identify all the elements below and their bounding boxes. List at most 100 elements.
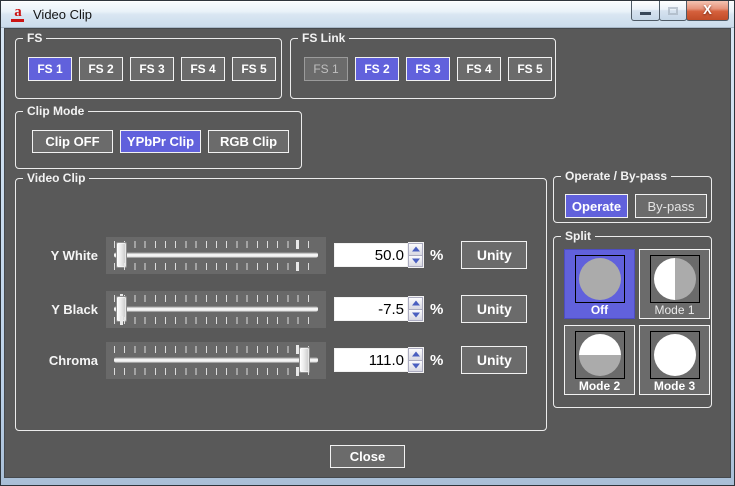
chroma-label: Chroma bbox=[36, 353, 98, 368]
y-black-spinbox: -7.5 bbox=[334, 296, 424, 322]
unity-tick bbox=[120, 316, 123, 325]
group-fs-link: FS Link FS 1 FS 2 FS 3 FS 4 FS 5 bbox=[290, 38, 556, 99]
spin-down-button[interactable] bbox=[408, 309, 423, 322]
fs-button-4[interactable]: FS 4 bbox=[181, 57, 225, 81]
tick-marks bbox=[114, 241, 318, 248]
tick-marks bbox=[114, 263, 318, 270]
chroma-slider[interactable] bbox=[106, 342, 326, 379]
tick-marks bbox=[114, 295, 318, 302]
fs-button-2[interactable]: FS 2 bbox=[79, 57, 123, 81]
spin-buttons bbox=[408, 296, 424, 322]
fs-link-button-2[interactable]: FS 2 bbox=[355, 57, 399, 81]
clip-mode-button-row: Clip OFF YPbPr Clip RGB Clip bbox=[32, 130, 289, 153]
dialog-body: FS FS 1 FS 2 FS 3 FS 4 FS 5 FS Link FS 1… bbox=[4, 28, 731, 478]
split-preview-frame bbox=[650, 255, 700, 303]
operate-button[interactable]: Operate bbox=[565, 194, 628, 218]
slider-track[interactable] bbox=[114, 253, 318, 258]
split-mode1-button[interactable]: Mode 1 bbox=[639, 249, 710, 319]
group-fs-link-label: FS Link bbox=[298, 31, 349, 45]
close-button[interactable]: Close bbox=[330, 445, 405, 468]
y-white-label: Y White bbox=[36, 248, 98, 263]
chroma-spinbox: 111.0 bbox=[334, 347, 424, 373]
fs-link-button-1: FS 1 bbox=[304, 57, 348, 81]
group-fs-label: FS bbox=[23, 31, 46, 45]
percent-label: % bbox=[430, 352, 443, 369]
y-white-spinbox: 50.0 bbox=[334, 242, 424, 268]
split-off-button[interactable]: Off bbox=[564, 249, 635, 319]
chroma-unity-button[interactable]: Unity bbox=[461, 346, 527, 374]
y-black-label: Y Black bbox=[36, 302, 98, 317]
window: a Video Clip X FS FS 1 FS 2 FS 3 FS 4 FS… bbox=[0, 0, 735, 486]
rgb-clip-button[interactable]: RGB Clip bbox=[208, 130, 289, 153]
fs-button-5[interactable]: FS 5 bbox=[232, 57, 276, 81]
tick-marks bbox=[114, 368, 318, 375]
fs-button-3[interactable]: FS 3 bbox=[130, 57, 174, 81]
y-white-value[interactable]: 50.0 bbox=[334, 243, 408, 267]
split-mode3-icon bbox=[654, 334, 696, 376]
y-black-unity-button[interactable]: Unity bbox=[461, 295, 527, 323]
tick-marks bbox=[114, 317, 318, 324]
split-preview-frame bbox=[575, 331, 625, 379]
percent-label: % bbox=[430, 301, 443, 318]
caption-buttons: X bbox=[632, 1, 729, 21]
group-fs: FS FS 1 FS 2 FS 3 FS 4 FS 5 bbox=[15, 38, 282, 99]
split-mode2-icon bbox=[579, 334, 621, 376]
split-mode2-label: Mode 2 bbox=[565, 379, 634, 393]
spin-buttons bbox=[408, 242, 424, 268]
unity-tick bbox=[296, 262, 299, 271]
split-mode3-label: Mode 3 bbox=[640, 379, 709, 393]
spin-down-button[interactable] bbox=[408, 255, 423, 268]
percent-label: % bbox=[430, 247, 443, 264]
unity-tick bbox=[296, 367, 299, 376]
fs-link-button-5[interactable]: FS 5 bbox=[508, 57, 552, 81]
maximize-button bbox=[659, 1, 687, 21]
arrow-up-icon bbox=[412, 247, 420, 252]
unity-tick bbox=[296, 240, 299, 249]
y-white-unity-button[interactable]: Unity bbox=[461, 241, 527, 269]
fs-button-row: FS 1 FS 2 FS 3 FS 4 FS 5 bbox=[28, 57, 276, 81]
split-mode2-button[interactable]: Mode 2 bbox=[564, 325, 635, 395]
spin-buttons bbox=[408, 347, 424, 373]
app-icon-glyph: a bbox=[14, 4, 22, 20]
y-white-row: Y White 50.0 % Unity bbox=[36, 233, 527, 277]
chroma-value[interactable]: 111.0 bbox=[334, 348, 408, 372]
minimize-button[interactable] bbox=[631, 1, 660, 21]
clip-off-button[interactable]: Clip OFF bbox=[32, 130, 113, 153]
group-video-clip-label: Video Clip bbox=[23, 171, 89, 185]
fs-link-button-3[interactable]: FS 3 bbox=[406, 57, 450, 81]
group-split: Split Off Mode 1 Mode 2 Mode 3 bbox=[553, 236, 712, 408]
slider-track[interactable] bbox=[114, 358, 318, 363]
app-icon-bar bbox=[11, 19, 24, 22]
operate-bypass-row: Operate By-pass bbox=[565, 194, 707, 218]
maximize-icon bbox=[668, 7, 678, 15]
split-mode1-icon bbox=[654, 258, 696, 300]
fs-link-button-4[interactable]: FS 4 bbox=[457, 57, 501, 81]
y-white-slider[interactable] bbox=[106, 237, 326, 274]
arrow-down-icon bbox=[412, 258, 420, 263]
slider-track[interactable] bbox=[114, 307, 318, 312]
split-off-icon bbox=[579, 258, 621, 300]
group-clip-mode-label: Clip Mode bbox=[23, 104, 88, 118]
group-video-clip: Video Clip Y White 50.0 % Unit bbox=[15, 178, 547, 431]
group-clip-mode: Clip Mode Clip OFF YPbPr Clip RGB Clip bbox=[15, 111, 302, 169]
group-operate-bypass: Operate / By-pass Operate By-pass bbox=[553, 176, 712, 223]
y-black-slider[interactable] bbox=[106, 291, 326, 328]
split-mode3-button[interactable]: Mode 3 bbox=[639, 325, 710, 395]
split-mode1-label: Mode 1 bbox=[640, 303, 709, 317]
ypbpr-clip-button[interactable]: YPbPr Clip bbox=[120, 130, 201, 153]
y-black-row: Y Black -7.5 % Unity bbox=[36, 287, 527, 331]
fs-button-1[interactable]: FS 1 bbox=[28, 57, 72, 81]
split-off-label: Off bbox=[565, 303, 634, 317]
chroma-row: Chroma 111.0 % Unity bbox=[36, 338, 527, 382]
arrow-down-icon bbox=[412, 363, 420, 368]
spin-up-button[interactable] bbox=[408, 243, 423, 255]
spin-up-button[interactable] bbox=[408, 348, 423, 360]
group-split-label: Split bbox=[561, 229, 595, 243]
tick-marks bbox=[114, 346, 318, 353]
spin-up-button[interactable] bbox=[408, 297, 423, 309]
bypass-button[interactable]: By-pass bbox=[635, 194, 707, 218]
spin-down-button[interactable] bbox=[408, 360, 423, 373]
y-black-value[interactable]: -7.5 bbox=[334, 297, 408, 321]
close-window-button[interactable]: X bbox=[686, 1, 729, 21]
minimize-icon bbox=[640, 12, 651, 15]
